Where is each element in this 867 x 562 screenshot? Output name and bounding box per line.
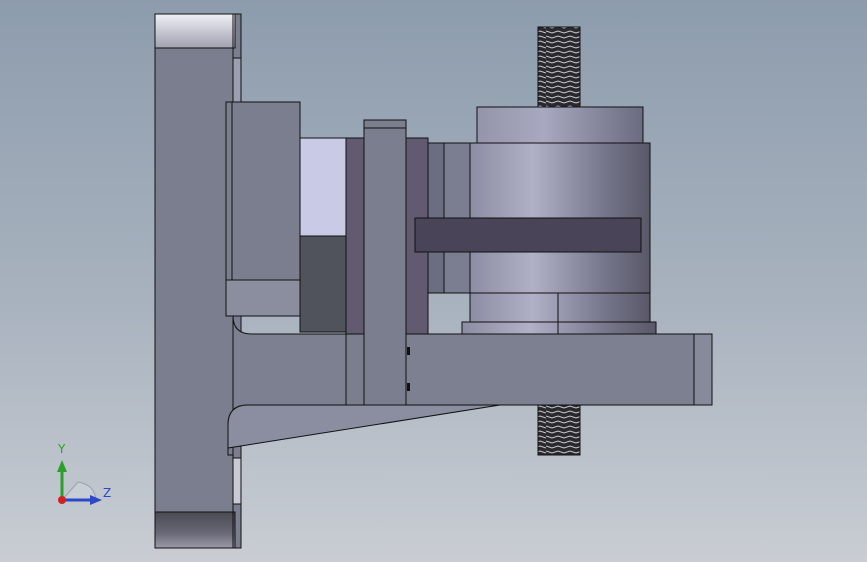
axis-z-label: Z (103, 486, 112, 500)
vertical-plate[interactable] (363, 119, 407, 406)
bearing-housing[interactable] (414, 106, 657, 335)
base-arm[interactable] (227, 315, 713, 456)
cad-model-view[interactable] (0, 0, 867, 562)
3d-viewport[interactable]: Y Z (0, 0, 867, 562)
motor-block[interactable] (225, 101, 347, 333)
threaded-rod-top[interactable] (537, 26, 581, 108)
threaded-rod-bottom[interactable] (537, 404, 581, 456)
axis-y-label: Y (58, 442, 66, 456)
x-axis-dot-icon (58, 496, 66, 504)
axis-triad (57, 460, 102, 505)
